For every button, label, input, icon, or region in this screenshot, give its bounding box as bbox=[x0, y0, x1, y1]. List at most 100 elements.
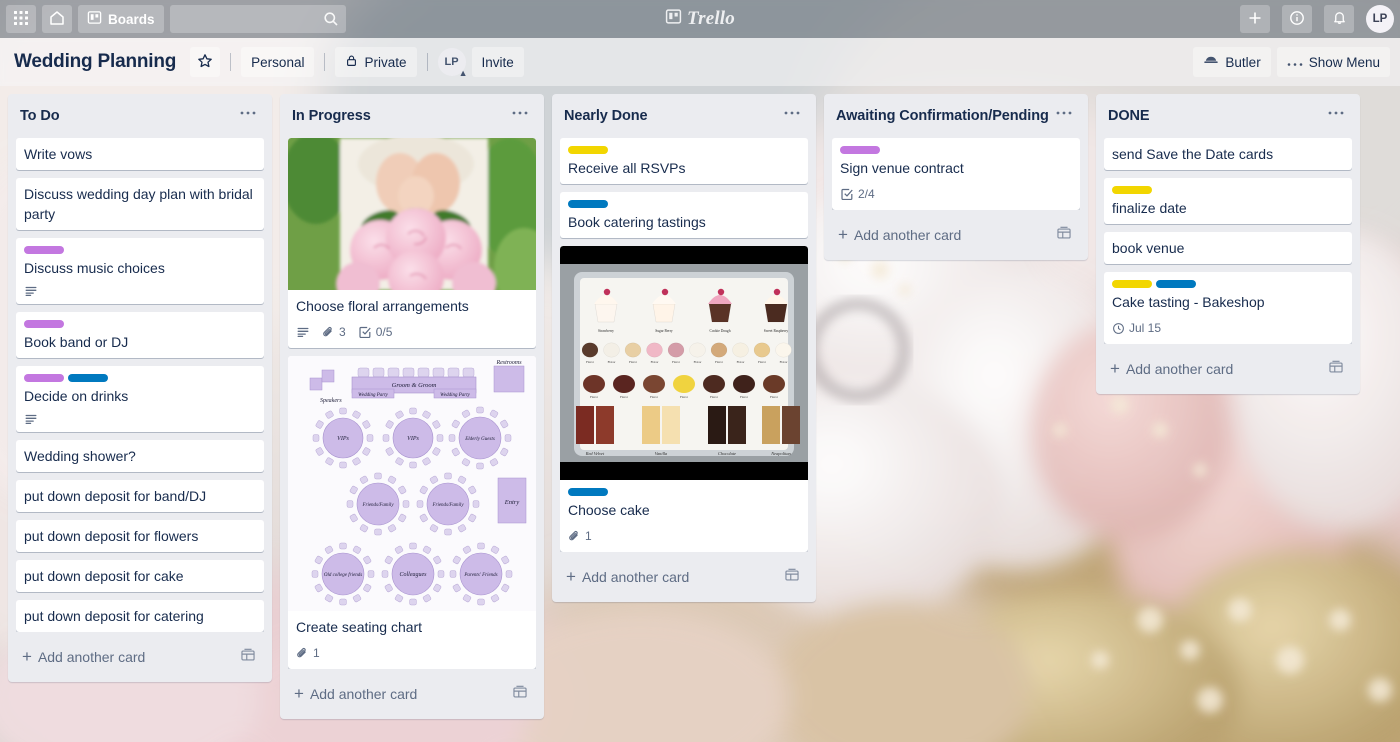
add-another-card-button[interactable]: + Add another card bbox=[288, 675, 536, 711]
card-label-purple[interactable] bbox=[24, 320, 64, 328]
list-title[interactable]: Awaiting Confirmation/Pending bbox=[836, 108, 1052, 124]
add-another-card-button[interactable]: + Add another card bbox=[1104, 350, 1352, 386]
list-menu-button[interactable] bbox=[1052, 104, 1076, 128]
visibility-button[interactable]: Private bbox=[335, 47, 417, 77]
list-header: Awaiting Confirmation/Pending bbox=[832, 94, 1080, 138]
card[interactable]: Book catering tastings bbox=[560, 192, 808, 238]
svg-text:Sweet Raspberry: Sweet Raspberry bbox=[764, 329, 789, 333]
board-member-avatar[interactable]: LP ▲ bbox=[437, 48, 468, 78]
show-menu-button[interactable]: Show Menu bbox=[1276, 47, 1390, 77]
svg-text:Flavor: Flavor bbox=[672, 360, 680, 364]
notifications-button[interactable] bbox=[1324, 5, 1354, 33]
card-label-yellow[interactable] bbox=[1112, 280, 1152, 288]
card-label-blue[interactable] bbox=[568, 200, 608, 208]
invite-button[interactable]: Invite bbox=[471, 47, 524, 77]
card-template-icon[interactable] bbox=[784, 567, 800, 586]
card[interactable]: Sign venue contract 2/4 bbox=[832, 138, 1080, 210]
svg-text:Flavor: Flavor bbox=[650, 395, 658, 399]
card[interactable]: book venue bbox=[1104, 232, 1352, 264]
card-label-purple[interactable] bbox=[24, 246, 64, 254]
card-label-blue[interactable] bbox=[568, 488, 608, 496]
card[interactable]: put down deposit for flowers bbox=[16, 520, 264, 552]
card-template-icon[interactable] bbox=[240, 647, 256, 666]
list-title[interactable]: Nearly Done bbox=[564, 108, 780, 124]
card-template-icon[interactable] bbox=[512, 684, 528, 703]
search-input[interactable] bbox=[169, 5, 346, 33]
user-avatar[interactable]: LP bbox=[1366, 5, 1394, 33]
checklist-badge[interactable]: 2/4 bbox=[840, 184, 875, 204]
due-date-badge[interactable]: Jul 15 bbox=[1112, 318, 1161, 338]
list: Nearly Done Receive all RSVPs Book cater… bbox=[552, 94, 816, 602]
card-title: Receive all RSVPs bbox=[568, 160, 686, 176]
add-another-card-button[interactable]: + Add another card bbox=[16, 638, 264, 674]
card[interactable]: Book band or DJ bbox=[16, 312, 264, 358]
add-another-card-button[interactable]: + Add another card bbox=[560, 558, 808, 594]
description-badge[interactable] bbox=[24, 284, 38, 298]
list-title[interactable]: In Progress bbox=[292, 108, 508, 124]
card[interactable]: put down deposit for cake bbox=[16, 560, 264, 592]
list-title[interactable]: DONE bbox=[1108, 108, 1324, 124]
description-badge[interactable] bbox=[24, 412, 38, 426]
card-badges bbox=[24, 284, 256, 298]
card-label-yellow[interactable] bbox=[568, 146, 608, 154]
card-label-blue[interactable] bbox=[1156, 280, 1196, 288]
card-body: book venue bbox=[1112, 238, 1344, 258]
card-label-blue[interactable] bbox=[68, 374, 108, 382]
workspace-button[interactable]: Personal bbox=[241, 47, 315, 77]
boards-button[interactable]: Boards bbox=[78, 5, 164, 33]
badge-value: 3 bbox=[339, 325, 346, 339]
attachment-badge[interactable]: 1 bbox=[568, 526, 592, 546]
card[interactable]: Discuss wedding day plan with bridal par… bbox=[16, 178, 264, 230]
card[interactable]: Receive all RSVPs bbox=[560, 138, 808, 184]
checklist-badge[interactable]: 0/5 bbox=[358, 322, 392, 342]
butler-button[interactable]: Butler bbox=[1193, 47, 1271, 77]
list-menu-button[interactable] bbox=[508, 104, 532, 128]
svg-text:Flavor: Flavor bbox=[590, 395, 598, 399]
card[interactable]: finalize date bbox=[1104, 178, 1352, 224]
list: In Progress Choose floral arrangements 3… bbox=[280, 94, 544, 719]
card[interactable]: Write vows bbox=[16, 138, 264, 170]
card-template-icon[interactable] bbox=[1056, 225, 1072, 244]
add-card-label: Add another card bbox=[37, 648, 146, 665]
card-label-purple[interactable] bbox=[24, 374, 64, 382]
list-menu-button[interactable] bbox=[236, 104, 260, 128]
attachment-badge[interactable]: 3 bbox=[322, 322, 346, 342]
add-button[interactable] bbox=[1240, 5, 1270, 33]
description-badge[interactable] bbox=[296, 325, 310, 339]
info-button[interactable] bbox=[1282, 5, 1312, 33]
visibility-label: Private bbox=[364, 54, 407, 70]
card[interactable]: Strawberry Sugar Berry Cookie Dough Swee… bbox=[560, 246, 808, 552]
card[interactable]: Wedding shower? bbox=[16, 440, 264, 472]
trello-logo[interactable]: Trello bbox=[665, 8, 735, 31]
svg-text:Flavor: Flavor bbox=[608, 360, 616, 364]
card-title: send Save the Date cards bbox=[1112, 146, 1274, 162]
card-badges: 1 bbox=[568, 526, 800, 546]
card[interactable]: send Save the Date cards bbox=[1104, 138, 1352, 170]
card[interactable]: Cake tasting - Bakeshop Jul 15 bbox=[1104, 272, 1352, 344]
description-icon bbox=[24, 284, 38, 298]
card[interactable]: Groom & Groom Wedding Party Wedding Part… bbox=[288, 356, 536, 669]
card[interactable]: put down deposit for catering bbox=[16, 600, 264, 632]
list-menu-button[interactable] bbox=[1324, 104, 1348, 128]
card-label-yellow[interactable] bbox=[1112, 186, 1152, 194]
plus-icon: + bbox=[22, 646, 32, 666]
star-board-button[interactable] bbox=[190, 47, 221, 77]
list-title[interactable]: To Do bbox=[20, 108, 236, 124]
search-box[interactable] bbox=[169, 5, 346, 33]
card[interactable]: Discuss music choices bbox=[16, 238, 264, 304]
card-template-icon[interactable] bbox=[1328, 359, 1344, 378]
card-title: Cake tasting - Bakeshop bbox=[1112, 294, 1265, 310]
card-label-purple[interactable] bbox=[840, 146, 880, 154]
svg-text:Speakers: Speakers bbox=[320, 398, 342, 404]
butler-hat-icon bbox=[1203, 54, 1219, 71]
attachment-badge[interactable]: 1 bbox=[296, 643, 320, 663]
card[interactable]: Decide on drinks bbox=[16, 366, 264, 432]
card[interactable]: Choose floral arrangements 3 0/5 bbox=[288, 138, 536, 348]
home-button[interactable] bbox=[42, 5, 72, 33]
svg-text:Friends/Family: Friends/Family bbox=[361, 503, 394, 508]
list-menu-button[interactable] bbox=[780, 104, 804, 128]
seating-chart-diagram: Groom & Groom Wedding Party Wedding Part… bbox=[288, 356, 536, 611]
apps-grid-button[interactable] bbox=[6, 5, 36, 33]
card[interactable]: put down deposit for band/DJ bbox=[16, 480, 264, 512]
add-another-card-button[interactable]: + Add another card bbox=[832, 216, 1080, 252]
